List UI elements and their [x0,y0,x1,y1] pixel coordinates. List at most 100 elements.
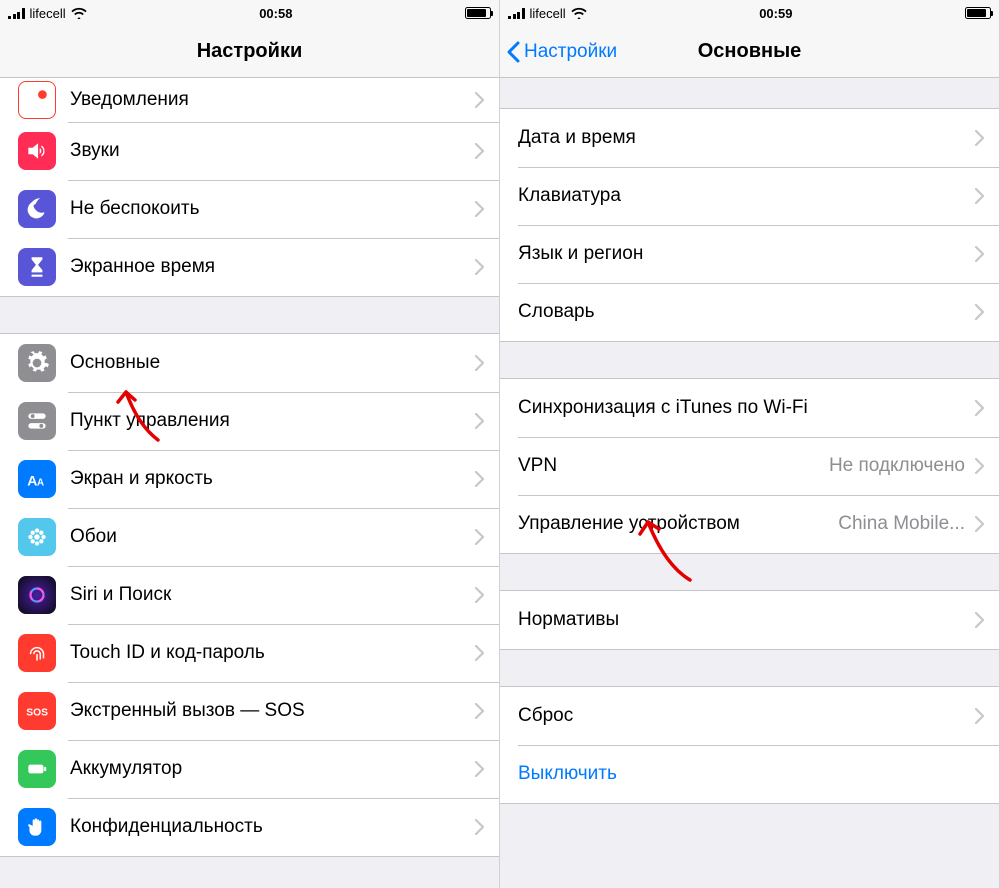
row-label: Siri и Поиск [70,584,465,606]
row-battery[interactable]: Аккумулятор [0,740,499,798]
signal-icon [508,8,525,19]
general-settings-screen: lifecell 00:59 Настройки Основные Дата и… [500,0,1000,888]
row-device-management[interactable]: Управление устройством China Mobile... [500,495,999,553]
row-label: Дата и время [518,127,965,149]
row-label: Конфиденциальность [70,816,465,838]
row-label: Звуки [70,140,465,162]
chevron-right-icon [965,458,999,474]
row-label: Touch ID и код-пароль [70,642,465,664]
row-label: Язык и регион [518,243,965,265]
row-sos[interactable]: SOS Экстренный вызов — SOS [0,682,499,740]
chevron-right-icon [965,708,999,724]
chevron-right-icon [465,92,499,108]
chevron-right-icon [465,587,499,603]
wifi-icon [71,7,87,19]
chevron-right-icon [965,400,999,416]
row-label: Управление устройством [518,513,828,535]
chevron-right-icon [465,201,499,217]
row-reset[interactable]: Сброс [500,687,999,745]
battery-icon [18,750,56,788]
row-detail: Не подключено [829,455,965,477]
row-controlcenter[interactable]: Пункт управления [0,392,499,450]
chevron-right-icon [465,143,499,159]
row-label: Синхронизация с iTunes по Wi-Fi [518,397,965,419]
row-dnd[interactable]: Не беспокоить [0,180,499,238]
row-screentime[interactable]: Экранное время [0,238,499,296]
chevron-right-icon [965,612,999,628]
row-touchid[interactable]: Touch ID и код-пароль [0,624,499,682]
settings-list[interactable]: Уведомления Звуки Не беспокоить [0,78,499,888]
battery-icon [465,7,491,19]
row-sounds[interactable]: Звуки [0,122,499,180]
row-label: Аккумулятор [70,758,465,780]
back-button[interactable]: Настройки [500,41,617,63]
svg-text:SOS: SOS [26,707,48,718]
row-label: Не беспокоить [70,198,465,220]
row-label: Словарь [518,301,965,323]
general-list[interactable]: Дата и время Клавиатура Язык и регион Сл… [500,78,999,888]
row-label: Экран и яркость [70,468,465,490]
row-label: Основные [70,352,465,374]
row-vpn[interactable]: VPN Не подключено [500,437,999,495]
moon-icon [18,190,56,228]
sos-icon: SOS [18,692,56,730]
row-label: Нормативы [518,609,965,631]
sounds-icon [18,132,56,170]
row-display[interactable]: AA Экран и яркость [0,450,499,508]
row-general[interactable]: Основные [0,334,499,392]
row-shutdown[interactable]: Выключить [500,745,999,803]
clock-label: 00:59 [759,6,792,21]
row-label: Сброс [518,705,965,727]
row-detail: China Mobile... [838,513,965,535]
signal-icon [8,8,25,19]
settings-root-screen: lifecell 00:58 Настройки Уведомления [0,0,500,888]
clock-label: 00:58 [259,6,292,21]
row-language[interactable]: Язык и регион [500,225,999,283]
chevron-right-icon [465,355,499,371]
row-siri[interactable]: Siri и Поиск [0,566,499,624]
battery-icon [965,7,991,19]
carrier-label: lifecell [30,6,66,21]
row-datetime[interactable]: Дата и время [500,109,999,167]
chevron-right-icon [465,413,499,429]
row-label: Обои [70,526,465,548]
row-notifications[interactable]: Уведомления [0,78,499,122]
row-wallpaper[interactable]: Обои [0,508,499,566]
gear-icon [18,344,56,382]
page-title: Настройки [0,40,499,63]
row-label font: Выключить [518,763,999,785]
row-label: Уведомления [70,89,465,111]
carrier-label: lifecell [530,6,566,21]
row-dictionary[interactable]: Словарь [500,283,999,341]
chevron-right-icon [465,645,499,661]
nav-header: Настройки [0,26,499,78]
chevron-right-icon [465,529,499,545]
flower-icon [18,518,56,556]
row-label: Экранное время [70,256,465,278]
row-label: Клавиатура [518,185,965,207]
chevron-right-icon [465,761,499,777]
row-label: VPN [518,455,819,477]
row-keyboard[interactable]: Клавиатура [500,167,999,225]
chevron-right-icon [965,516,999,532]
nav-header: Настройки Основные [500,26,999,78]
chevron-right-icon [465,819,499,835]
chevron-right-icon [465,259,499,275]
row-privacy[interactable]: Конфиденциальность [0,798,499,856]
row-label: Экстренный вызов — SOS [70,700,465,722]
hourglass-icon [18,248,56,286]
chevron-right-icon [465,703,499,719]
back-label: Настройки [524,41,617,63]
chevron-right-icon [965,304,999,320]
toggles-icon [18,402,56,440]
siri-icon [18,576,56,614]
svg-text:A: A [37,478,44,489]
row-regulatory[interactable]: Нормативы [500,591,999,649]
textsize-icon: AA [18,460,56,498]
chevron-right-icon [465,471,499,487]
status-bar: lifecell 00:59 [500,0,999,26]
hand-icon [18,808,56,846]
fingerprint-icon [18,634,56,672]
chevron-right-icon [965,188,999,204]
row-itunes-wifi[interactable]: Синхронизация с iTunes по Wi-Fi [500,379,999,437]
